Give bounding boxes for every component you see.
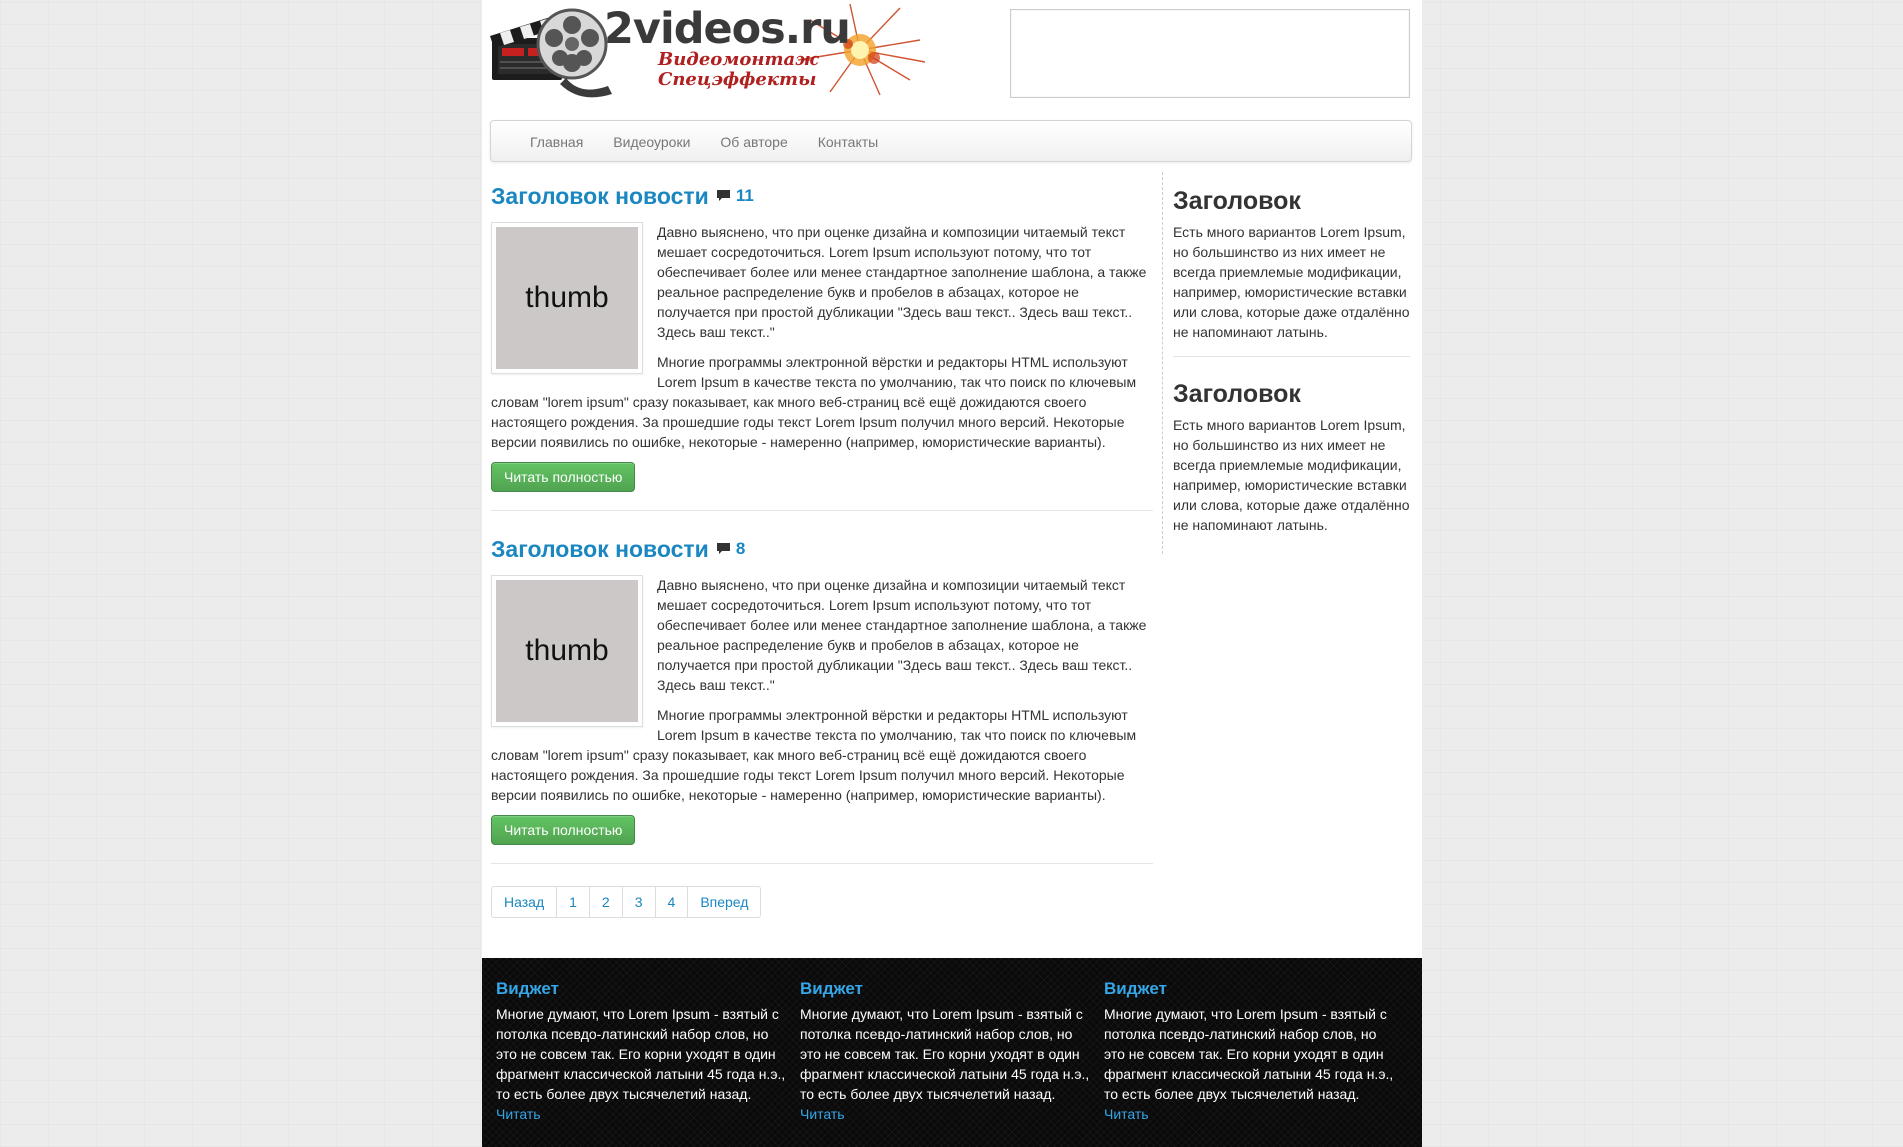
logo-tagline: Видеомонтаж Спецэффекты [658,50,819,90]
sidebar-block-title: Заголовок [1173,187,1301,215]
footer-widget: Виджет Многие думают, что Lorem Ipsum - … [496,978,786,1124]
sidebar-block-text: Есть много вариантов Lorem Ipsum, но бол… [1173,417,1410,533]
news-post: Заголовок новости 11 thumb Давно выяснен… [491,180,1153,511]
pagination-page-3[interactable]: 3 [621,887,655,917]
widget-read-link[interactable]: Читать [800,1106,845,1122]
pagination-prev[interactable]: Назад [492,887,556,917]
logo-text: 2videos.ru [604,4,851,54]
sidebar-block: Заголовок Есть много вариантов Lorem Ips… [1173,186,1410,357]
post-title-link[interactable]: Заголовок новости [491,180,709,212]
post-heading: Заголовок новости 8 [491,533,1153,565]
widget-title: Виджет [1104,979,1167,998]
pagination-page-4[interactable]: 4 [654,887,688,917]
post-thumbnail[interactable]: thumb [491,575,643,727]
comment-count[interactable]: 11 [716,180,754,212]
widget-title: Виджет [800,979,863,998]
nav-item-video-lessons[interactable]: Видеоуроки [598,121,705,163]
pagination-next[interactable]: Вперед [687,887,760,917]
comment-bubble-icon [716,190,730,201]
pagination: Назад 1 2 3 4 Вперед [491,886,762,918]
post-thumbnail[interactable]: thumb [491,222,643,374]
site-logo[interactable]: 2videos.ru Видеомонтаж Спецэффекты [490,0,940,102]
read-more-button[interactable]: Читать полностью [491,815,636,845]
nav-item-contacts[interactable]: Контакты [803,121,893,163]
main-content: Заголовок новости 11 thumb Давно выяснен… [491,180,1153,918]
comment-count-value: 11 [735,186,754,205]
widget-text: Многие думают, что Lorem Ipsum - взятый … [1104,1006,1394,1102]
nav-item-about[interactable]: Об авторе [705,121,802,163]
widget-read-link[interactable]: Читать [1104,1106,1149,1122]
pagination-page-1[interactable]: 1 [556,887,589,917]
nav-item-home[interactable]: Главная [515,121,598,163]
sidebar: Заголовок Есть много вариантов Lorem Ips… [1162,172,1410,554]
widget-text: Многие думают, что Lorem Ipsum - взятый … [800,1006,1090,1102]
widget-text: Многие думают, что Lorem Ipsum - взятый … [496,1006,786,1102]
nav-list: Главная Видеоуроки Об авторе Контакты [491,121,1411,163]
sidebar-block: Заголовок Есть много вариантов Lorem Ips… [1173,379,1410,549]
read-more-button[interactable]: Читать полностью [491,462,636,492]
widget-read-link[interactable]: Читать [496,1106,541,1122]
comment-count[interactable]: 8 [716,533,746,565]
thumbnail-placeholder: thumb [496,580,638,722]
logo-tagline-line1: Видеомонтаж [658,49,819,70]
header-banner[interactable] [1010,9,1410,98]
page-container: 2videos.ru Видеомонтаж Спецэффекты Главн… [482,0,1422,1147]
post-title-link[interactable]: Заголовок новости [491,533,709,565]
thumbnail-placeholder: thumb [496,227,638,369]
sidebar-block-title: Заголовок [1173,380,1301,408]
footer-widgets: Виджет Многие думают, что Lorem Ipsum - … [482,958,1422,1124]
main-navbar: Главная Видеоуроки Об авторе Контакты [490,120,1412,162]
footer-widget: Виджет Многие думают, что Lorem Ipsum - … [800,978,1090,1124]
site-footer: Виджет Многие думают, что Lorem Ipsum - … [482,958,1422,1147]
comment-bubble-icon [716,543,730,554]
comment-count-value: 8 [735,539,746,558]
post-heading: Заголовок новости 11 [491,180,1153,212]
pagination-page-2[interactable]: 2 [588,887,622,917]
news-post: Заголовок новости 8 thumb Давно выяснено… [491,533,1153,864]
footer-widget: Виджет Многие думают, что Lorem Ipsum - … [1104,978,1394,1124]
sidebar-block-text: Есть много вариантов Lorem Ipsum, но бол… [1173,224,1410,340]
widget-title: Виджет [496,979,559,998]
logo-tagline-line2: Спецэффекты [658,69,817,90]
